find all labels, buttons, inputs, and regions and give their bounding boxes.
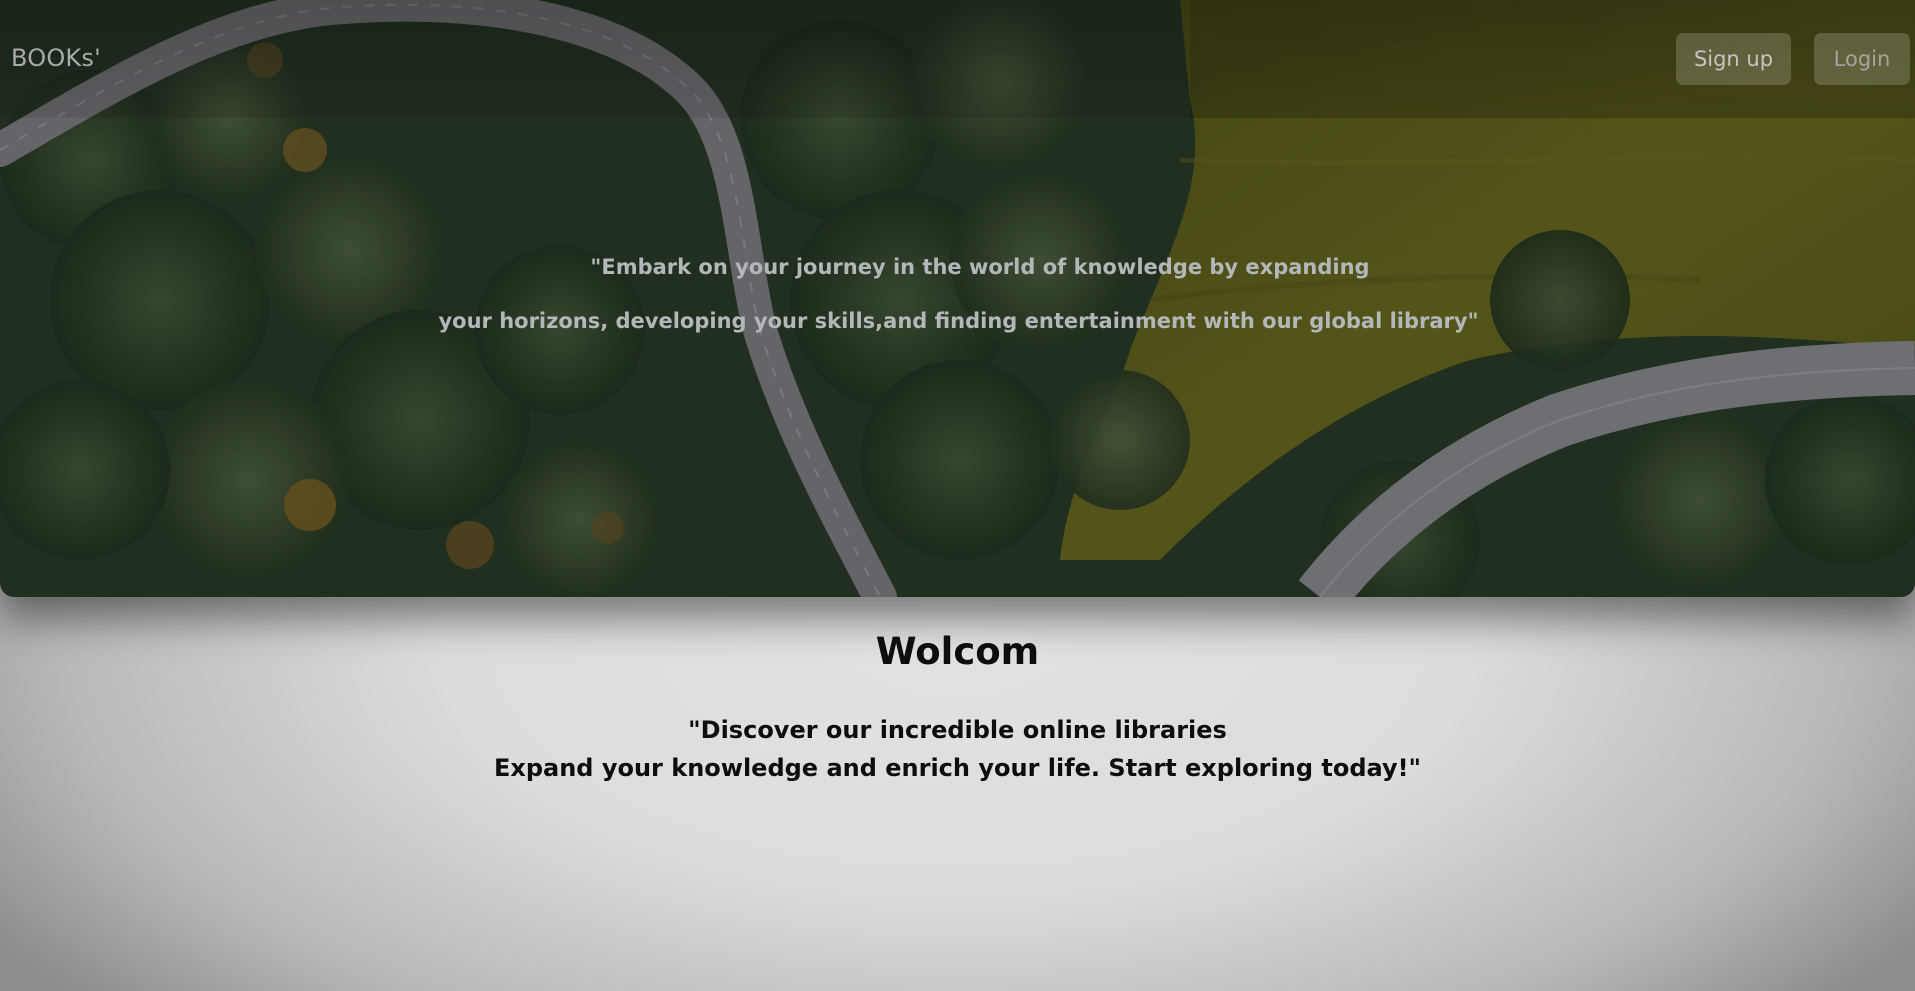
navbar (0, 0, 1915, 118)
intro-line-2: Expand your knowledge and enrich your li… (493, 754, 1422, 782)
brand-logo[interactable]: BOOKs' (11, 44, 101, 72)
hero-quote: "Embark on your journey in the world of … (0, 240, 1915, 348)
hero-banner: BOOKs' Sign up Login "Embark on your jou… (0, 0, 1915, 597)
welcome-heading: Wolcom (875, 630, 1040, 673)
login-button[interactable]: Login (1814, 33, 1910, 85)
intro-line-1: "Discover our incredible online librarie… (688, 716, 1227, 744)
hero-quote-line-2: your horizons, developing your skills,an… (438, 309, 1479, 333)
intro-text: "Discover our incredible online librarie… (0, 711, 1915, 787)
hero-quote-line-1: "Embark on your journey in the world of … (590, 255, 1370, 279)
signup-button[interactable]: Sign up (1676, 33, 1791, 85)
